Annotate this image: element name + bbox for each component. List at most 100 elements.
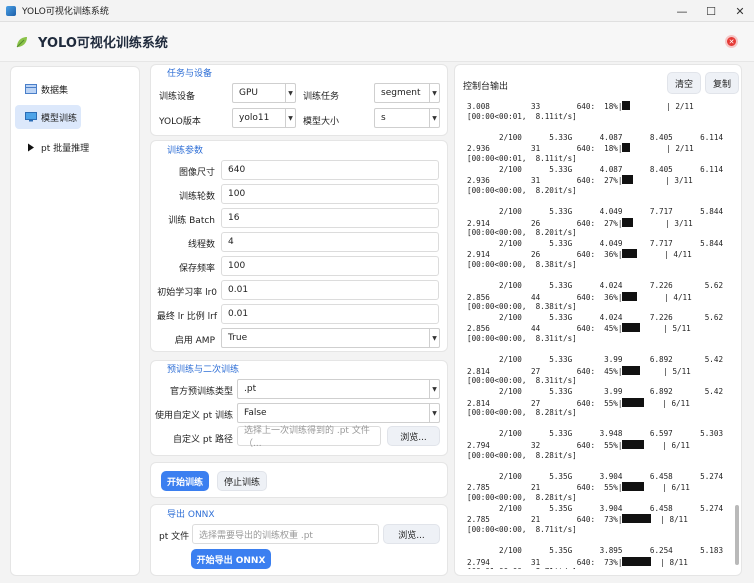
param-label: 训练 Batch xyxy=(168,216,215,226)
lrf-input[interactable]: 0.01 xyxy=(221,304,439,324)
console-line: 2/100 5.33G 4.049 7.717 5.844 xyxy=(467,207,731,218)
sidebar-item-label: 模型训练 xyxy=(41,113,78,124)
pretrain-type-select[interactable]: .pt ▼ xyxy=(237,379,440,399)
console-line-text: 2/100 5.33G 4.049 7.717 5.844 xyxy=(467,238,724,248)
custom-pt-select[interactable]: False ▼ xyxy=(237,403,440,423)
batch-input[interactable]: 16 xyxy=(221,208,439,228)
console-panel: 控制台输出 清空 复制 3.008 33 640: 18%| | 2/11 [00… xyxy=(454,64,742,576)
task-value: segment xyxy=(381,88,421,98)
chevron-down-icon: ▼ xyxy=(285,109,295,127)
console-line: 3.008 33 640: 18%| | 2/11 xyxy=(467,101,731,112)
minimize-icon[interactable]: — xyxy=(668,0,696,22)
play-icon xyxy=(25,142,37,152)
console-line-text: 2/100 5.35G 3.904 6.458 5.274 xyxy=(467,503,724,513)
size-label: 模型大小 xyxy=(303,117,340,127)
browse-export-button[interactable]: 浏览... xyxy=(383,524,440,544)
console-line-text: 2.914 26 640: 27%| xyxy=(467,218,623,228)
app-header: YOLO可视化训练系统 ✕ xyxy=(0,22,754,62)
progress-bar-fill xyxy=(622,440,645,449)
epochs-input[interactable]: 100 xyxy=(221,184,439,204)
console-line-text: 2/100 5.33G 4.024 7.226 5.62 xyxy=(467,312,724,322)
export-pt-input[interactable]: 选择需要导出的训练权重 .pt xyxy=(192,524,379,544)
amp-select[interactable]: True ▼ xyxy=(221,328,440,348)
custom-pt-label: 使用自定义 pt 训练 xyxy=(155,411,233,421)
amp-label: 启用 AMP xyxy=(174,336,215,346)
image-size-input[interactable]: 640 xyxy=(221,160,439,180)
workers-input[interactable]: 4 xyxy=(221,232,439,252)
group-title: 任务与设备 xyxy=(167,69,213,79)
device-label: 训练设备 xyxy=(159,92,196,102)
close-window-icon[interactable]: ✕ xyxy=(726,0,754,22)
console-line: 2/100 5.33G 3.948 6.597 5.303 xyxy=(467,429,731,440)
copy-console-button[interactable]: 复制 xyxy=(705,72,739,94)
console-line-text: [00:00<00:01, 8.11it/s] xyxy=(467,153,577,163)
progress-bar-fill xyxy=(622,249,637,259)
progress-bar-fill xyxy=(622,143,630,153)
console-output[interactable]: 3.008 33 640: 18%| | 2/11 [00:00<00:01, 8… xyxy=(467,101,731,569)
console-line-text: 2/100 5.35G 3.895 6.254 5.183 xyxy=(467,545,724,555)
param-label: 训练轮数 xyxy=(178,192,215,202)
close-app-icon[interactable]: ✕ xyxy=(725,35,738,48)
console-line-text: [00:00<00:00, 8.28it/s] xyxy=(467,408,577,418)
console-line: 2/100 5.33G 3.99 6.892 5.42 xyxy=(467,355,731,366)
console-line-text: 2.814 27 640: 55%| xyxy=(467,398,623,408)
maximize-icon[interactable]: ☐ xyxy=(697,0,725,22)
lr0-input[interactable]: 0.01 xyxy=(221,280,439,300)
sidebar-item-batch-inference[interactable]: pt 批量推理 xyxy=(15,135,135,159)
console-line: 2.794 31 640: 73%| | 8/11 xyxy=(467,556,731,568)
console-line-suffix: | 4/11 xyxy=(636,292,692,302)
chevron-down-icon: ▼ xyxy=(285,84,295,102)
console-line-text: [00:00<00:00, 8.20it/s] xyxy=(467,228,577,238)
custom-pt-path-input[interactable]: 选择上一次训练得到的 .pt 文件（... xyxy=(237,426,381,449)
console-line-text: [00:01<00:00, 8.71it/s] xyxy=(467,567,577,569)
console-line: 2.914 26 640: 36%| | 4/11 xyxy=(467,249,731,260)
console-line-suffix: | 2/11 xyxy=(629,102,694,111)
console-scrollbar[interactable] xyxy=(735,505,739,565)
console-line-text: [00:00<00:00, 8.31it/s] xyxy=(467,376,577,386)
console-line-text: 2/100 5.33G 4.087 8.405 6.114 xyxy=(467,164,724,174)
export-onnx-button[interactable]: 开始导出 ONNX xyxy=(191,549,271,569)
console-line: [00:00<00:00, 8.20it/s] xyxy=(467,228,731,239)
console-line: [00:00<00:00, 8.31it/s] xyxy=(467,376,731,387)
amp-value: True xyxy=(228,333,248,343)
console-line: [00:00<00:01, 8.11it/s] xyxy=(467,154,731,165)
console-line: 2.936 31 640: 27%| | 3/11 xyxy=(467,175,731,186)
progress-bar-fill xyxy=(622,323,641,333)
window-titlebar: YOLO可视化训练系统 — ☐ ✕ xyxy=(0,0,754,22)
version-value: yolo11 xyxy=(239,113,270,123)
version-select[interactable]: yolo11 ▼ xyxy=(232,108,296,128)
console-line-text: 2.794 32 640: 55%| xyxy=(467,441,623,450)
console-line: 2/100 5.35G 3.904 6.458 5.274 xyxy=(467,472,731,483)
chevron-down-icon: ▼ xyxy=(429,380,439,398)
console-line-text: 2/100 5.33G 3.99 6.892 5.42 xyxy=(467,355,724,365)
console-line: 2.785 21 640: 55%| | 6/11 xyxy=(467,482,731,493)
group-title: 预训练与二次训练 xyxy=(167,365,240,375)
size-select[interactable]: s ▼ xyxy=(374,108,440,128)
console-line-text: [00:00<00:00, 8.38it/s] xyxy=(467,302,577,312)
custom-pt-path-label: 自定义 pt 路径 xyxy=(173,435,233,445)
console-line: 2.914 26 640: 27%| | 3/11 xyxy=(467,217,731,229)
browse-pt-button[interactable]: 浏览... xyxy=(387,426,440,446)
progress-bar-fill xyxy=(622,482,645,492)
start-training-button[interactable]: 开始训练 xyxy=(161,471,209,491)
task-select[interactable]: segment ▼ xyxy=(374,83,440,103)
device-select[interactable]: GPU ▼ xyxy=(232,83,296,103)
console-line-text: [00:00<00:00, 8.71it/s] xyxy=(467,524,577,534)
save-period-input[interactable]: 100 xyxy=(221,256,439,276)
progress-bar-fill xyxy=(622,556,652,566)
console-line-text: 2.856 44 640: 36%| xyxy=(467,292,623,302)
window-title: YOLO可视化训练系统 xyxy=(22,7,109,17)
sidebar-item-dataset[interactable]: 数据集 xyxy=(15,77,135,101)
param-label: 初始学习率 lr0 xyxy=(157,288,217,298)
param-label: 保存频率 xyxy=(178,264,215,274)
console-line-suffix: | 5/11 xyxy=(640,366,691,376)
clear-console-button[interactable]: 清空 xyxy=(667,72,701,94)
task-device-group: 任务与设备 训练设备 GPU ▼ 训练任务 segment ▼ YOLO版本 y… xyxy=(150,64,448,136)
stop-training-button[interactable]: 停止训练 xyxy=(217,471,267,491)
export-onnx-group: 导出 ONNX pt 文件 选择需要导出的训练权重 .pt 浏览... 开始导出… xyxy=(150,504,448,576)
leaf-logo-icon xyxy=(14,34,30,50)
chevron-down-icon: ▼ xyxy=(429,404,439,422)
sidebar-item-training[interactable]: 模型训练 xyxy=(15,105,81,129)
